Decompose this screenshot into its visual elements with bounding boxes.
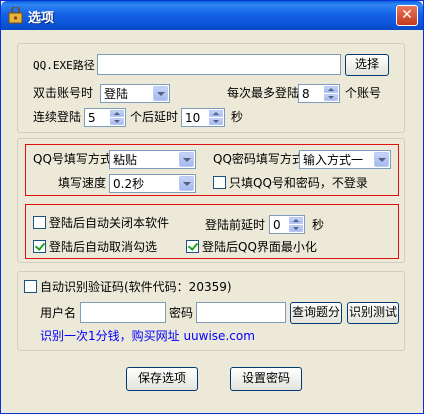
captcha-test-button[interactable]: 识别测试	[347, 302, 399, 324]
chevron-down-icon[interactable]	[153, 86, 168, 101]
close-icon: ✕	[401, 7, 413, 23]
max-login-spinner[interactable]: 8	[298, 84, 340, 103]
fill-speed-label: 填写速度	[58, 176, 107, 190]
pre-delay-value: 0	[273, 218, 281, 232]
delay-unit: 秒	[231, 110, 244, 124]
spin-up-icon[interactable]	[110, 110, 124, 117]
pwd-fill-select[interactable]: 输入方式一	[299, 150, 391, 169]
auto-close-label[interactable]: 登陆后自动关闭本软件	[49, 216, 169, 230]
options-window: 选项 ✕ QQ.EXE路径 选择 双击账号时 登陆 每次最多登陆 8 个账号 连…	[0, 0, 424, 414]
continuous-login-spinner[interactable]: 5	[84, 108, 126, 127]
delay-label: 个后延时	[130, 110, 179, 124]
fill-speed-select[interactable]: 0.2秒	[109, 174, 196, 193]
auto-cancel-checkbox[interactable]	[33, 240, 46, 253]
chevron-down-icon[interactable]	[179, 152, 194, 167]
double-click-label: 双击账号时	[33, 86, 94, 100]
save-options-button[interactable]: 保存选项	[126, 367, 198, 391]
only-fill-checkbox[interactable]	[213, 176, 226, 189]
chevron-down-icon[interactable]	[374, 152, 389, 167]
continuous-login-label: 连续登陆	[33, 110, 82, 124]
title-bar[interactable]: 选项 ✕	[1, 1, 423, 30]
chevron-down-icon[interactable]	[179, 176, 194, 191]
spin-up-icon[interactable]	[209, 110, 223, 117]
spin-down-icon[interactable]	[324, 94, 338, 101]
spin-down-icon[interactable]	[289, 225, 303, 232]
check-balance-button[interactable]: 查询题分	[290, 302, 342, 324]
pwd-fill-value: 输入方式一	[303, 153, 364, 167]
max-login-suffix: 个账号	[345, 86, 382, 100]
pwd-fill-label: QQ密码填写方式	[213, 152, 304, 166]
password-input[interactable]	[196, 302, 286, 323]
purchase-info-text: 识别一次1分钱，购买网址 uuwise.com	[40, 329, 255, 343]
spin-down-icon[interactable]	[110, 118, 124, 125]
auto-close-checkbox[interactable]	[33, 216, 46, 229]
username-label: 用户名	[40, 306, 77, 320]
minimize-checkbox[interactable]	[186, 240, 199, 253]
qq-exe-label: QQ.EXE路径	[33, 59, 95, 72]
set-password-button[interactable]: 设置密码	[230, 367, 302, 391]
qq-fill-label: QQ号填写方式	[33, 152, 112, 166]
continuous-login-value: 5	[88, 111, 96, 125]
pre-delay-unit: 秒	[312, 218, 325, 232]
auto-captcha-label[interactable]: 自动识别验证码(软件代码：20359)	[40, 280, 232, 294]
password-label: 密码	[169, 306, 194, 320]
double-click-select[interactable]: 登陆	[100, 84, 170, 103]
app-icon	[8, 7, 23, 24]
window-title: 选项	[28, 11, 55, 26]
qq-fill-value: 粘贴	[113, 153, 138, 167]
qq-fill-select[interactable]: 粘贴	[109, 150, 196, 169]
minimize-label[interactable]: 登陆后QQ界面最小化	[202, 240, 317, 254]
client-area: QQ.EXE路径 选择 双击账号时 登陆 每次最多登陆 8 个账号 连续登陆 5…	[1, 30, 423, 413]
fill-speed-value: 0.2秒	[113, 177, 145, 191]
close-button[interactable]: ✕	[396, 5, 418, 26]
pre-delay-label: 登陆前延时	[205, 218, 266, 232]
spin-down-icon[interactable]	[209, 118, 223, 125]
qq-exe-path-input[interactable]	[97, 54, 341, 75]
pre-delay-spinner[interactable]: 0	[269, 215, 305, 234]
username-input[interactable]	[80, 302, 166, 323]
max-login-prefix: 每次最多登陆	[227, 86, 300, 100]
delay-value: 10	[185, 111, 201, 125]
auto-cancel-label[interactable]: 登陆后自动取消勾选	[49, 240, 157, 254]
delay-spinner[interactable]: 10	[181, 108, 225, 127]
only-fill-label[interactable]: 只填QQ号和密码，不登录	[229, 176, 368, 190]
spin-up-icon[interactable]	[324, 86, 338, 93]
spin-up-icon[interactable]	[289, 217, 303, 224]
max-login-value: 8	[302, 87, 310, 101]
auto-captcha-checkbox[interactable]	[24, 280, 37, 293]
browse-button[interactable]: 选择	[345, 54, 389, 76]
double-click-value: 登陆	[104, 87, 129, 101]
